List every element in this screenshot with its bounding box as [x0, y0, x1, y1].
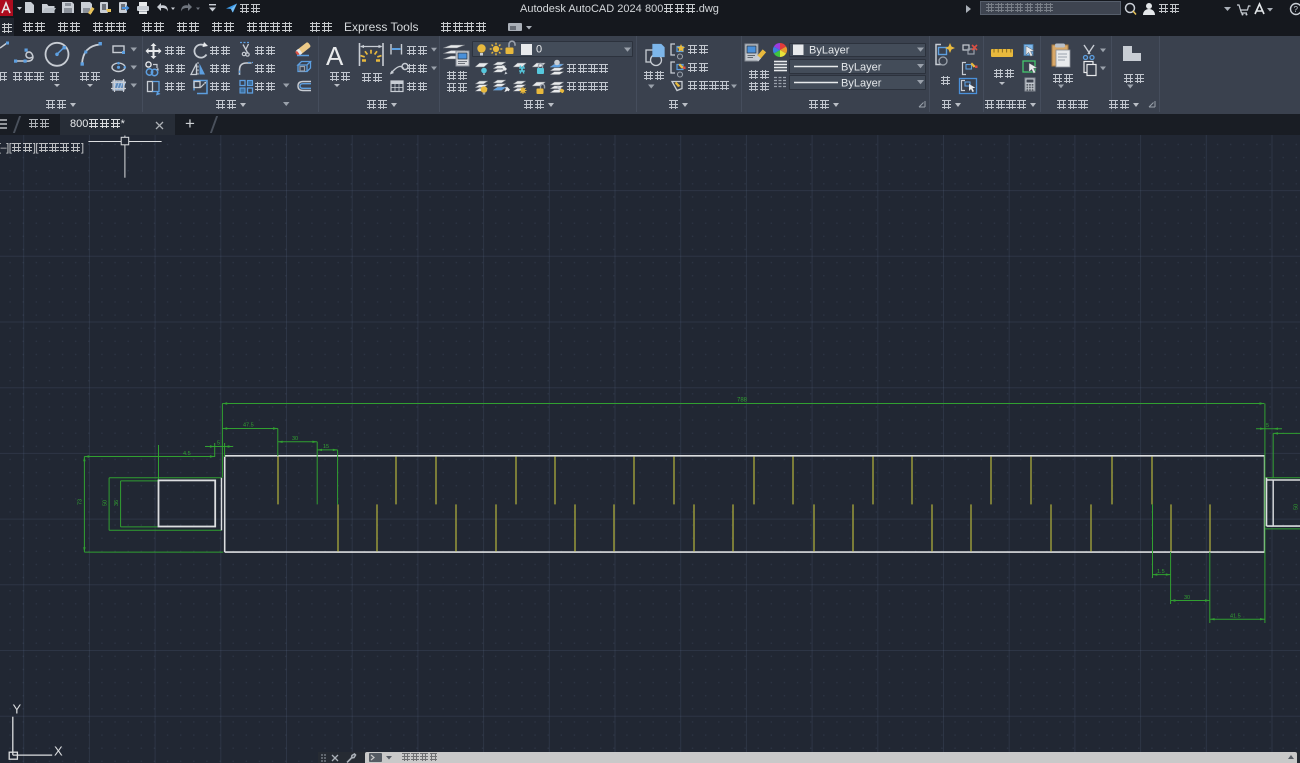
svg-text:5: 5	[1266, 423, 1269, 429]
svg-text:50: 50	[103, 500, 109, 506]
svg-text:A: A	[326, 41, 344, 71]
svg-text:41.5: 41.5	[1230, 613, 1241, 619]
svg-text:?: ?	[1294, 5, 1299, 14]
svg-text:30: 30	[1184, 595, 1190, 601]
svg-text:15: 15	[323, 444, 329, 450]
svg-text:788: 788	[737, 398, 748, 404]
svg-text:0: 0	[536, 44, 542, 56]
svg-text:4.5: 4.5	[183, 451, 191, 457]
svg-text:Y: Y	[13, 702, 22, 717]
svg-text:50: 50	[1294, 504, 1300, 510]
svg-text:ByLayer: ByLayer	[841, 62, 882, 74]
svg-text:ByLayer: ByLayer	[841, 78, 882, 90]
svg-text:1.5: 1.5	[1157, 569, 1165, 575]
svg-text:5: 5	[217, 441, 220, 447]
svg-text:47.5: 47.5	[243, 423, 254, 429]
svg-text:30: 30	[292, 436, 298, 442]
svg-text:36: 36	[114, 500, 120, 506]
svg-text:73: 73	[78, 499, 84, 505]
svg-text:ByLayer: ByLayer	[809, 45, 850, 57]
svg-text:X: X	[54, 744, 63, 759]
